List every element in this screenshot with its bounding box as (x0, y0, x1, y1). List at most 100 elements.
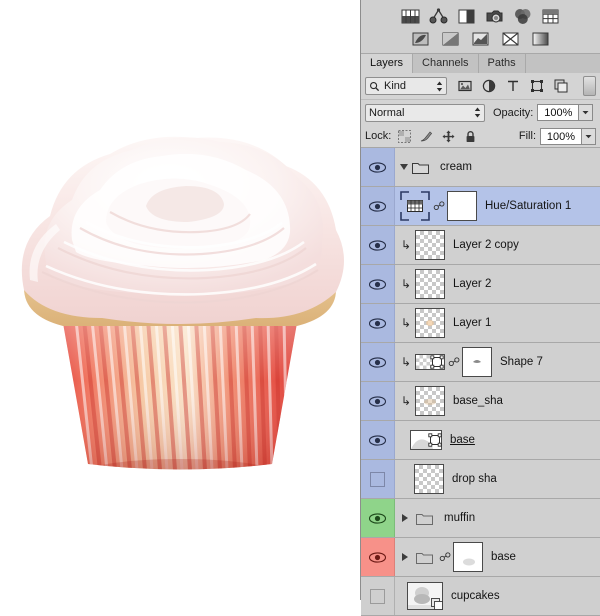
layer-row-base-pixel[interactable]: base (361, 421, 600, 460)
smart-object-thumbnail[interactable] (407, 582, 443, 610)
adjustment-layer-thumbnail[interactable] (400, 191, 430, 221)
layer-row-body[interactable]: ↳ Layer 2 (395, 265, 600, 303)
layer-row-body[interactable]: base (395, 421, 600, 459)
layer-name: drop sha (452, 473, 497, 485)
layer-row-drop-sha[interactable]: drop sha (361, 460, 600, 499)
opacity-dropdown-button[interactable] (579, 104, 594, 121)
layer-name: Shape 7 (500, 356, 543, 368)
tab-paths[interactable]: Paths (478, 54, 526, 73)
blend-mode-select[interactable]: Normal (365, 103, 485, 122)
layer-thumbnail[interactable] (415, 230, 445, 260)
layer-row-layer-2-copy[interactable]: ↳ Layer 2 copy (361, 226, 600, 265)
layer-row-body[interactable]: ☍ Hue/Saturation 1 (395, 187, 600, 225)
canvas-area[interactable] (0, 0, 360, 600)
folder-icon (416, 552, 433, 564)
layer-thumbnail[interactable] (415, 308, 445, 338)
layer-thumbnail[interactable] (414, 464, 444, 494)
layer-row-body[interactable]: cupcakes (395, 577, 600, 615)
filter-type-icon[interactable] (506, 79, 520, 93)
layer-thumbnail[interactable] (415, 386, 445, 416)
tabbar-filler (525, 54, 600, 73)
opacity-input[interactable]: 100% (537, 104, 580, 121)
lock-all-icon[interactable] (464, 130, 477, 143)
layer-row-body[interactable]: ↳ ☍ Shape 7 (395, 343, 600, 381)
filter-pixel-icon[interactable] (458, 79, 472, 93)
layer-row-hue-saturation-1[interactable]: ☍ Hue/Saturation 1 (361, 187, 600, 226)
layer-thumbnail[interactable] (415, 269, 445, 299)
group-expand-toggle[interactable] (402, 514, 408, 522)
layer-row-body[interactable]: ☍ base (395, 538, 600, 576)
layer-name-editing[interactable]: base (450, 434, 475, 446)
layer-row-layer-1[interactable]: ↳ Layer 1 (361, 304, 600, 343)
layer-mask-thumbnail[interactable] (447, 191, 477, 221)
visibility-toggle[interactable] (361, 538, 395, 576)
layer-row-base-group[interactable]: ☍ base (361, 538, 600, 577)
layer-row-cupcakes[interactable]: cupcakes (361, 577, 600, 616)
visibility-toggle[interactable] (361, 499, 395, 537)
clipping-mask-indicator-icon: ↳ (400, 238, 412, 252)
link-icon[interactable]: ☍ (439, 551, 451, 563)
fill-input[interactable]: 100% (540, 127, 582, 145)
layer-row-body[interactable]: ↳ base_sha (395, 382, 600, 420)
layer-row-body[interactable]: ↳ Layer 2 copy (395, 226, 600, 264)
eye-icon (369, 317, 386, 329)
visibility-toggle[interactable] (361, 187, 395, 225)
levels-icon[interactable] (429, 7, 448, 25)
layer-name: cream (440, 161, 472, 173)
lock-image-pixels-icon[interactable] (420, 130, 433, 143)
gradient-map-icon[interactable] (531, 32, 550, 46)
vector-mask-thumbnail[interactable] (462, 347, 492, 377)
vibrance-icon[interactable] (513, 8, 532, 25)
tab-channels[interactable]: Channels (413, 54, 479, 73)
layer-row-muffin[interactable]: muffin (361, 499, 600, 538)
exposure-icon[interactable] (485, 8, 504, 25)
layer-row-body[interactable]: ↳ Layer 1 (395, 304, 600, 342)
filter-adjustment-icon[interactable] (482, 79, 496, 93)
layer-row-body[interactable]: drop sha (395, 460, 600, 498)
visibility-toggle[interactable] (361, 148, 395, 186)
channel-mixer-icon[interactable] (501, 32, 520, 46)
visibility-toggle[interactable] (361, 382, 395, 420)
hue-saturation-icon[interactable] (541, 8, 560, 25)
hue-saturation-thumb-icon (407, 200, 423, 212)
curves-icon[interactable] (457, 8, 476, 25)
visibility-toggle[interactable] (361, 421, 395, 459)
visibility-toggle[interactable] (361, 265, 395, 303)
lock-transparent-pixels-icon[interactable] (398, 129, 412, 143)
tab-layers[interactable]: Layers (361, 54, 414, 73)
layer-row-shape-7[interactable]: ↳ ☍ Shape 7 (361, 343, 600, 382)
blend-opacity-row: Normal Opacity: 100% (361, 100, 600, 125)
layer-name: Layer 1 (453, 317, 492, 329)
shape-layer-thumbnail[interactable] (415, 354, 445, 370)
filter-smartobject-icon[interactable] (554, 79, 568, 93)
eye-off-icon (370, 588, 385, 604)
visibility-toggle[interactable] (361, 304, 395, 342)
black-white-icon[interactable] (441, 32, 460, 46)
base-layer-thumbnail[interactable] (410, 430, 442, 450)
brightness-contrast-icon[interactable] (401, 8, 420, 25)
filter-shape-icon[interactable] (530, 79, 544, 93)
visibility-toggle[interactable] (361, 343, 395, 381)
group-expand-toggle[interactable] (402, 553, 408, 561)
group-expand-toggle[interactable] (400, 164, 408, 170)
layer-row-cream[interactable]: cream (361, 148, 600, 187)
visibility-toggle[interactable] (361, 577, 395, 615)
link-icon[interactable]: ☍ (448, 356, 460, 368)
photo-filter-icon[interactable] (471, 32, 490, 46)
layer-row-body[interactable]: muffin (395, 499, 600, 537)
fill-dropdown-button[interactable] (582, 127, 596, 145)
layer-row-base-sha[interactable]: ↳ base_sha (361, 382, 600, 421)
eye-icon (369, 239, 386, 251)
visibility-toggle[interactable] (361, 460, 395, 498)
group-mask-thumbnail[interactable] (453, 542, 483, 572)
filter-enable-toggle[interactable] (583, 76, 596, 96)
lock-position-icon[interactable] (442, 130, 455, 143)
layer-row-body[interactable]: cream (395, 148, 600, 186)
visibility-toggle[interactable] (361, 226, 395, 264)
stepper-arrows-icon (474, 107, 481, 118)
color-balance-icon[interactable] (411, 32, 430, 46)
layer-row-layer-2[interactable]: ↳ Layer 2 (361, 265, 600, 304)
filter-kind-select[interactable]: Kind (365, 77, 447, 95)
link-icon[interactable]: ☍ (433, 200, 445, 212)
layer-name: base_sha (453, 395, 503, 407)
